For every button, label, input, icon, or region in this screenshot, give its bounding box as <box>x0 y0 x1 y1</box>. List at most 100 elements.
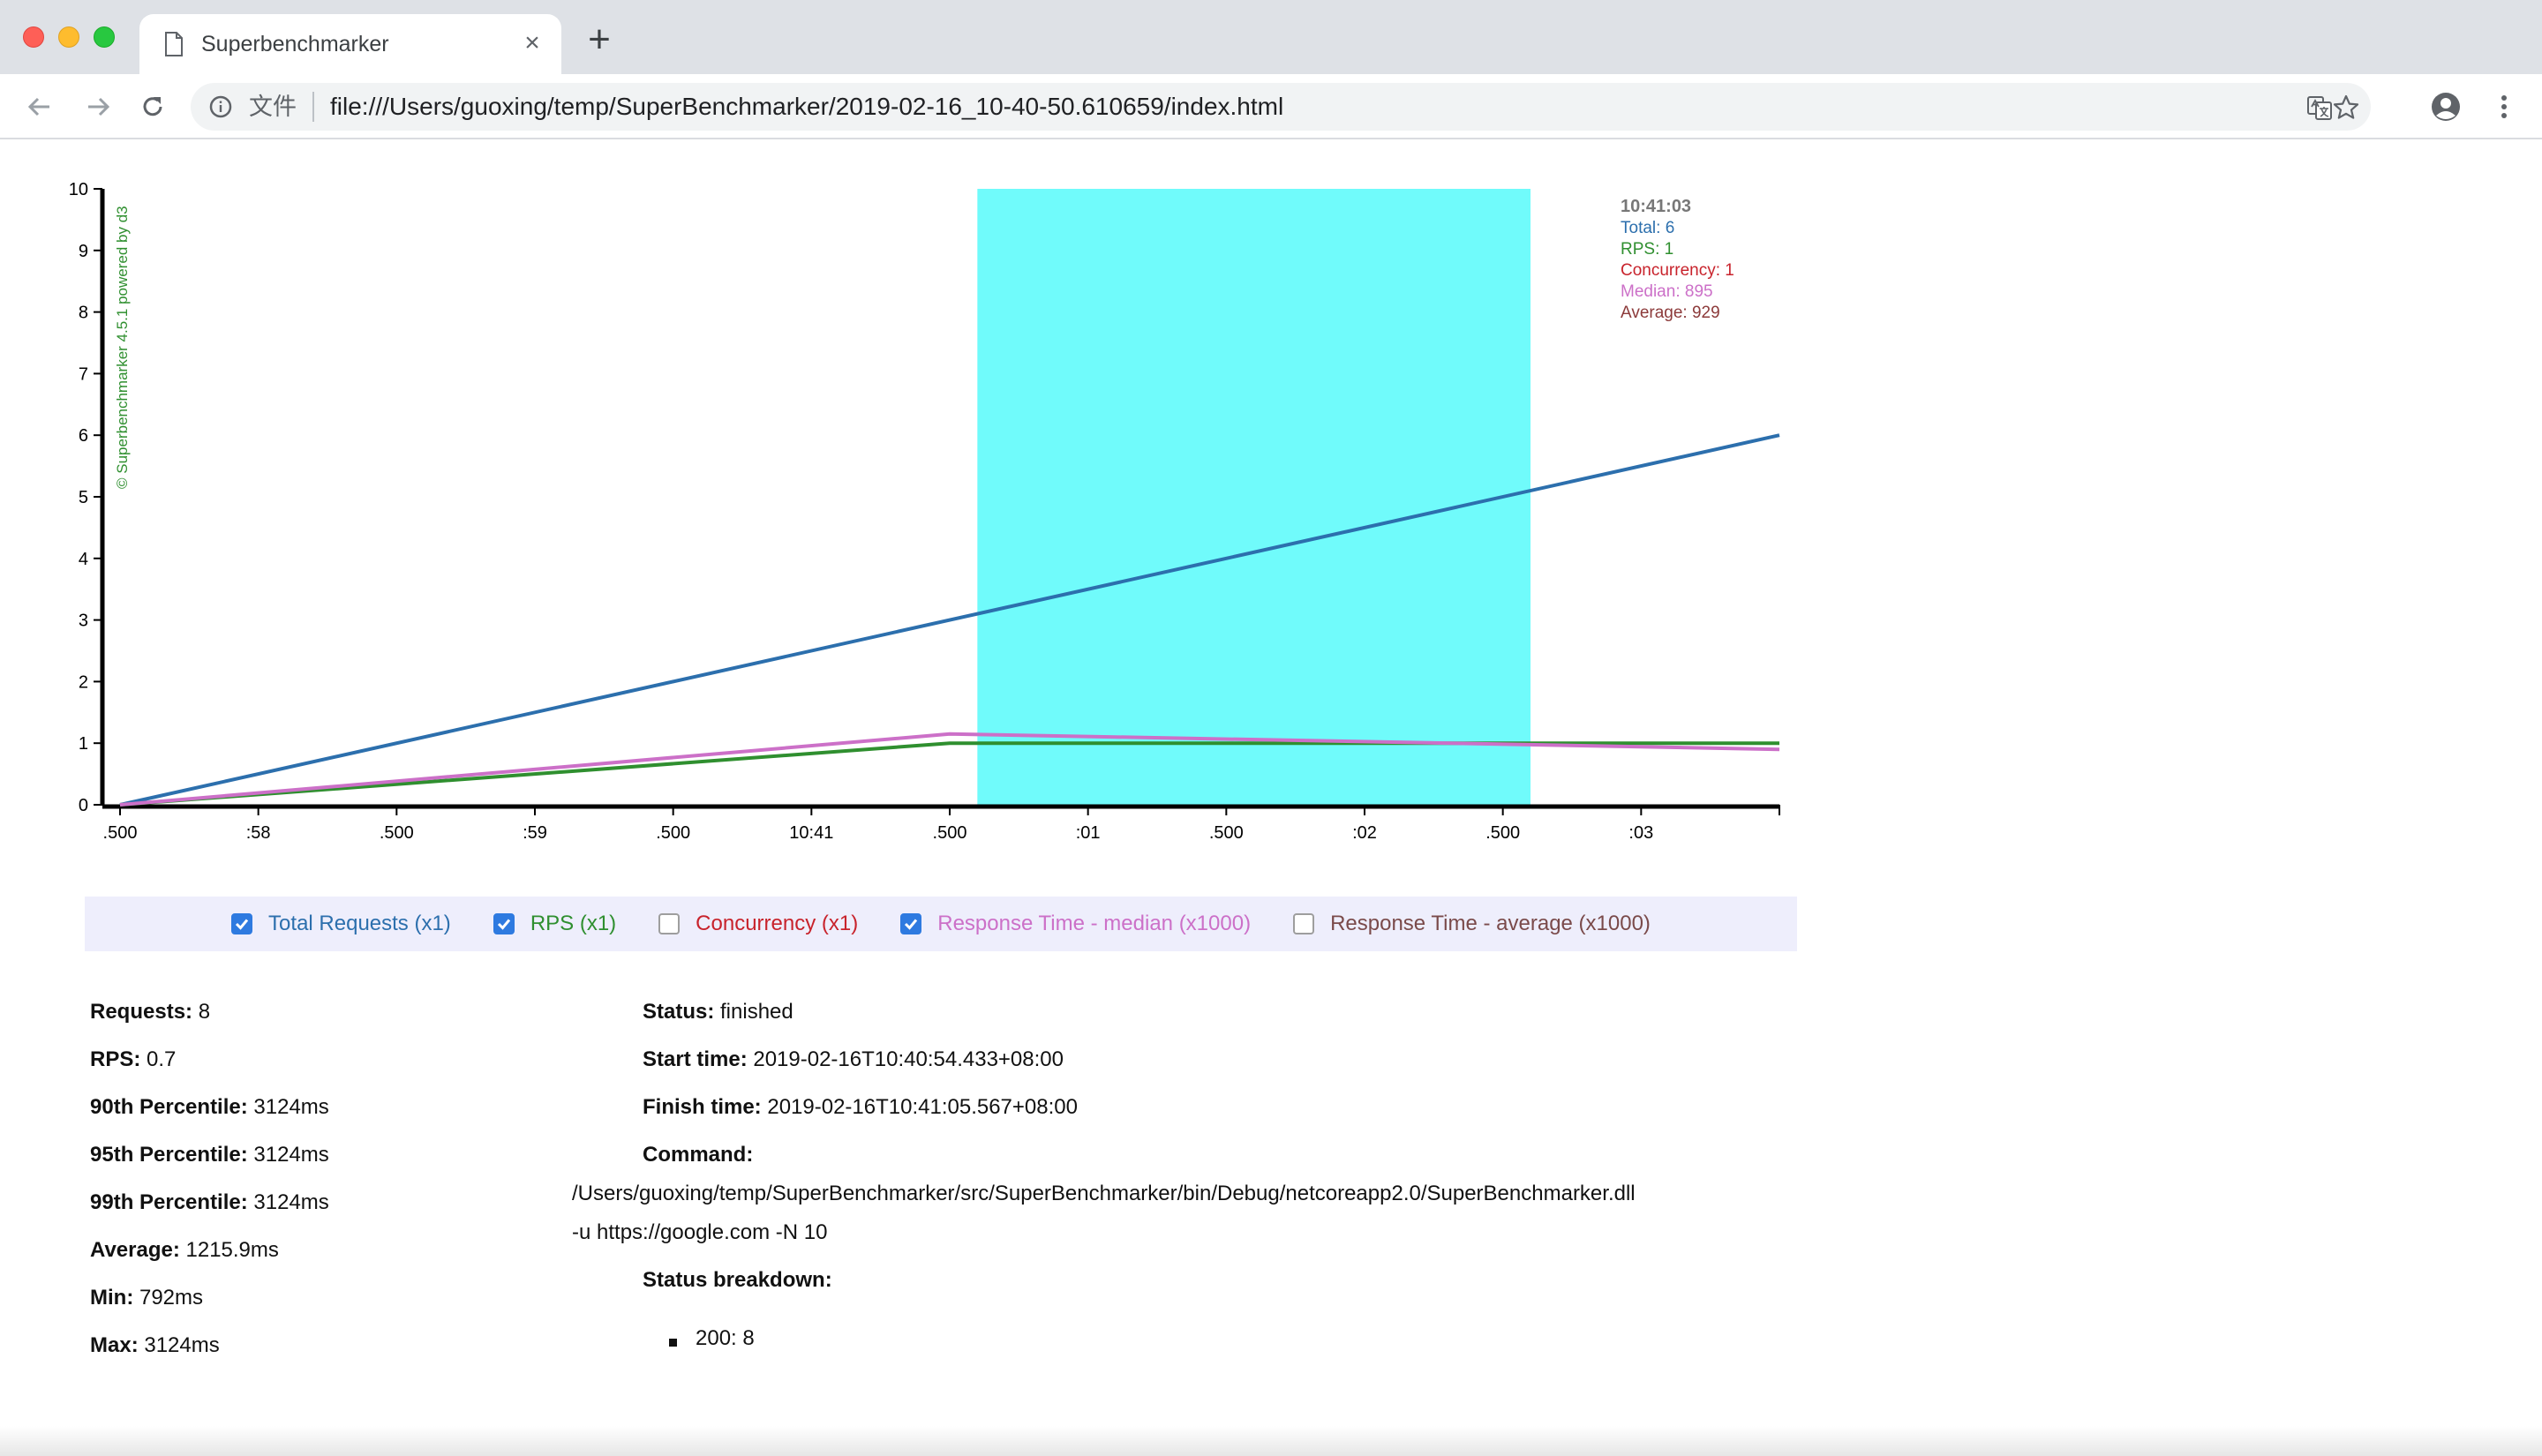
start-time-label: Start time: <box>643 1047 748 1071</box>
stat-label: Average: <box>90 1238 180 1262</box>
stat-value: 3124ms <box>247 1095 329 1119</box>
legend-checkbox[interactable] <box>900 913 922 934</box>
close-tab-icon[interactable]: × <box>519 30 545 56</box>
stat-line: Requests: 8 <box>90 999 210 1025</box>
x-tick-label: :58 <box>246 823 271 843</box>
x-tick-label: :03 <box>1628 823 1653 843</box>
active-tab[interactable]: Superbenchmarker × <box>139 14 561 74</box>
stat-line: RPS: 0.7 <box>90 1047 176 1073</box>
back-arrow-icon <box>27 97 49 116</box>
x-tick-label: .500 <box>1209 823 1244 843</box>
info-icon[interactable] <box>208 94 233 119</box>
x-tick-label: .500 <box>656 823 690 843</box>
command-line-1: /Users/guoxing/temp/SuperBenchmarker/src… <box>572 1182 1636 1205</box>
stat-line: Max: 3124ms <box>90 1332 220 1359</box>
tooltip-line: Total: 6 <box>1621 219 1674 237</box>
legend-checkbox[interactable] <box>1293 913 1315 934</box>
stat-label: Max: <box>90 1333 139 1357</box>
checkmark-icon <box>905 919 918 930</box>
x-tick-label: .500 <box>103 823 138 843</box>
checkmark-icon <box>497 919 510 930</box>
forward-arrow-icon <box>88 97 110 116</box>
legend-label: Response Time - average (x1000) <box>1330 912 1651 935</box>
x-tick-label: .500 <box>1485 823 1520 843</box>
profile-avatar-icon[interactable] <box>2429 90 2463 124</box>
status-line: Status: finished <box>643 999 793 1025</box>
status-value: finished <box>714 1000 793 1024</box>
legend-checkbox[interactable] <box>231 913 253 934</box>
page-bottom-shadow <box>0 1426 2542 1456</box>
back-button[interactable] <box>21 88 58 125</box>
legend-item[interactable]: Total Requests (x1) <box>231 912 451 936</box>
start-time-line: Start time: 2019-02-16T10:40:54.433+08:0… <box>643 1047 1064 1073</box>
legend-checkbox[interactable] <box>658 913 681 934</box>
url-scheme-label: 文件 <box>249 94 297 120</box>
y-tick-label: 10 <box>69 180 88 199</box>
stat-value: 0.7 <box>140 1047 177 1071</box>
stat-value: 1215.9ms <box>179 1238 279 1262</box>
stat-line: 95th Percentile: 3124ms <box>90 1142 329 1168</box>
zoom-window-button[interactable] <box>94 26 115 48</box>
status-breakdown-item: 200: 8 <box>696 1326 755 1350</box>
minimize-window-button[interactable] <box>58 26 79 48</box>
x-tick-label: :02 <box>1352 823 1377 843</box>
forward-button[interactable] <box>79 88 117 125</box>
translate-icon[interactable] <box>2305 94 2334 122</box>
y-tick-label: 3 <box>79 612 88 631</box>
legend-item[interactable]: RPS (x1) <box>493 912 616 936</box>
y-tick-label: 9 <box>79 242 88 261</box>
page-viewport: 0 1 2 3 4 5 6 7 8 9 10 .500:58 .500:59 .500 10:41 .500:… <box>0 139 2542 1456</box>
url-separator <box>312 92 314 122</box>
bookmark-star-icon[interactable] <box>2332 94 2360 122</box>
legend-item[interactable]: Response Time - average (x1000) <box>1293 912 1651 936</box>
stat-label: 90th Percentile: <box>90 1095 248 1119</box>
legend-label: Response Time - median (x1000) <box>937 912 1252 935</box>
x-tick-label: 10:41 <box>789 823 833 843</box>
stat-value: 3124ms <box>247 1143 329 1167</box>
stat-value: 8 <box>192 1000 211 1024</box>
stat-line: 90th Percentile: 3124ms <box>90 1094 329 1121</box>
tooltip-line: Median: 895 <box>1621 282 1713 301</box>
close-window-button[interactable] <box>23 26 44 48</box>
y-tick-label: 5 <box>79 488 88 507</box>
document-icon <box>165 32 183 56</box>
y-tick-label: 0 <box>79 796 88 815</box>
address-bar[interactable]: 文件 file:///Users/guoxing/temp/SuperBench… <box>191 83 2371 131</box>
reload-button[interactable] <box>134 88 171 125</box>
stat-line: Min: 792ms <box>90 1285 203 1311</box>
highlight-band <box>977 189 1530 805</box>
tooltip-time: 10:41:03 <box>1621 197 1691 216</box>
finish-time-value: 2019-02-16T10:41:05.567+08:00 <box>761 1095 1078 1119</box>
legend-item[interactable]: Response Time - median (x1000) <box>900 912 1251 936</box>
y-tick-label: 7 <box>79 364 88 384</box>
x-tick-label: .500 <box>380 823 414 843</box>
stat-label: Min: <box>90 1286 134 1310</box>
stat-label: Requests: <box>90 1000 193 1024</box>
stat-value: 3124ms <box>138 1333 220 1357</box>
tooltip-line: Concurrency: 1 <box>1621 261 1734 280</box>
legend-label: Concurrency (x1) <box>696 912 859 935</box>
benchmark-chart: 0 1 2 3 4 5 6 7 8 9 10 .500:58 .500:59 .500 10:41 .500:… <box>69 180 1780 843</box>
reload-icon <box>143 97 162 116</box>
stat-label: 95th Percentile: <box>90 1143 248 1167</box>
status-label: Status: <box>643 1000 715 1024</box>
legend-checkbox[interactable] <box>493 913 515 934</box>
y-tick-label: 2 <box>79 672 88 692</box>
stat-line: Average: 1215.9ms <box>90 1237 279 1264</box>
new-tab-button[interactable]: + <box>583 20 616 59</box>
command-label-text: Command: <box>643 1143 754 1167</box>
finish-time-line: Finish time: 2019-02-16T10:41:05.567+08:… <box>643 1094 1078 1121</box>
list-bullet <box>669 1339 677 1347</box>
watermark-text: © Superbenchmarker 4.5.1 powered by d3 <box>114 206 131 489</box>
menu-kebab-icon[interactable] <box>2487 90 2521 124</box>
x-tick-label: :59 <box>523 823 547 843</box>
status-breakdown-label-text: Status breakdown: <box>643 1268 832 1292</box>
checkmark-icon <box>235 919 249 930</box>
stat-label: RPS: <box>90 1047 141 1071</box>
legend-item[interactable]: Concurrency (x1) <box>658 912 858 936</box>
command-label: Command: <box>643 1142 753 1168</box>
y-tick-label: 6 <box>79 426 88 446</box>
stat-label: 99th Percentile: <box>90 1190 248 1214</box>
legend-label: Total Requests (x1) <box>268 912 451 935</box>
url-text[interactable]: file:///Users/guoxing/temp/SuperBenchmar… <box>330 92 1283 122</box>
